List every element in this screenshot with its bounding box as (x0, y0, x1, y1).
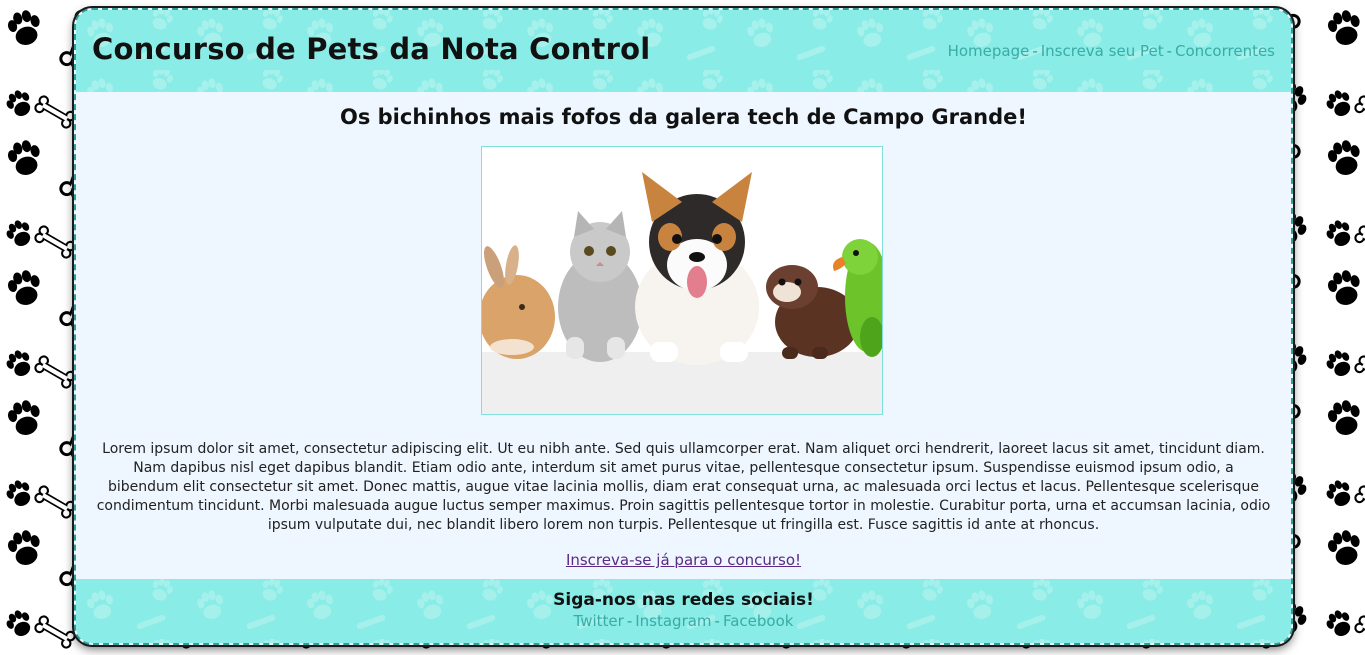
puppy-figure (635, 172, 759, 365)
top-nav: Homepage - Inscreva seu Pet - Concorrentes (948, 42, 1275, 60)
cta-container: Inscreva-se já para o concurso! (76, 551, 1291, 569)
nav-separator: - (1032, 42, 1038, 60)
page-card: Concurso de Pets da Nota Control Homepag… (74, 8, 1293, 645)
site-footer: Siga-nos nas redes sociais! Twitter - Inst… (76, 579, 1291, 643)
register-cta-link[interactable]: Inscreva-se já para o concurso! (566, 551, 801, 569)
site-header: Concurso de Pets da Nota Control Homepag… (76, 10, 1291, 92)
nav-link-contestants[interactable]: Concorrentes (1175, 42, 1275, 60)
instagram-link[interactable]: Instagram (635, 612, 711, 630)
page-headline: Os bichinhos mais fofos da galera tech d… (339, 105, 1027, 129)
nav-link-homepage[interactable]: Homepage (948, 42, 1030, 60)
footer-pattern-decoration (76, 579, 1291, 643)
pets-group-image (481, 146, 883, 415)
social-separator: - (626, 612, 633, 630)
footer-title: Siga-nos nas redes sociais! (553, 590, 814, 610)
site-title: Concurso de Pets da Nota Control (92, 32, 651, 66)
body-paragraph: Lorem ipsum dolor sit amet, consectetur … (96, 441, 1271, 533)
twitter-link[interactable]: Twitter (574, 612, 624, 630)
social-links: Twitter - Instagram - Facebook (76, 612, 1291, 630)
nav-link-register-pet[interactable]: Inscreva seu Pet (1041, 42, 1164, 60)
social-separator: - (714, 612, 720, 630)
nav-separator: - (1166, 42, 1173, 60)
facebook-link[interactable]: Facebook (723, 612, 793, 630)
main-content: Os bichinhos mais fofos da galera tech d… (76, 92, 1291, 579)
